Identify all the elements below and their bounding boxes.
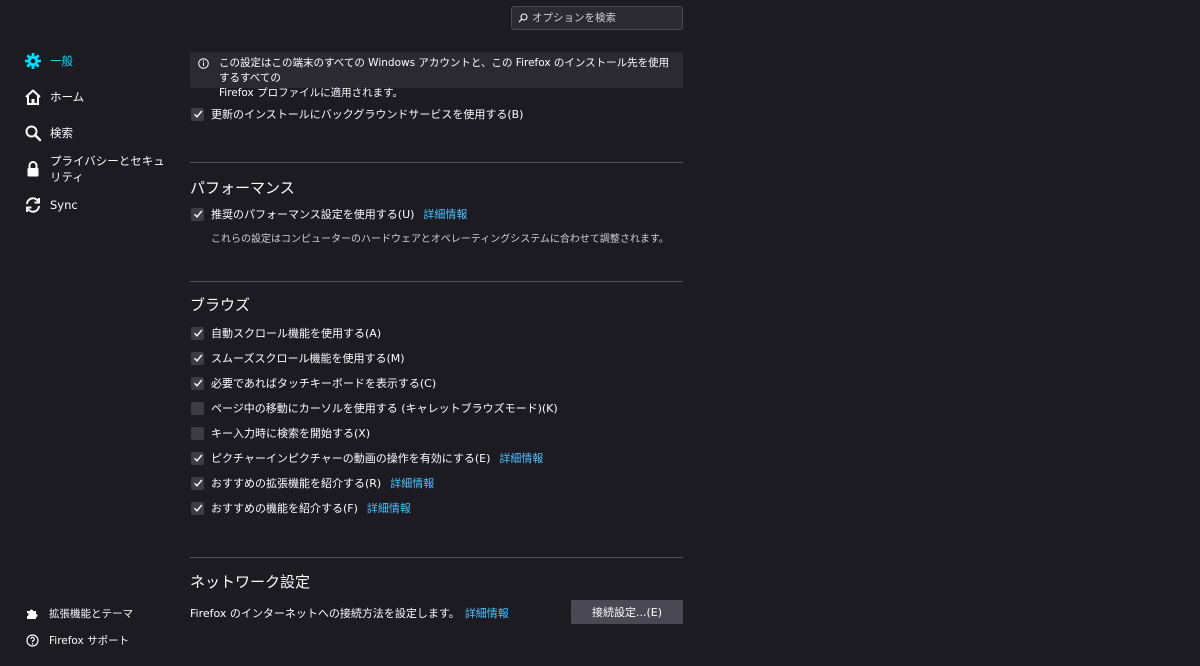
checkmark-icon [193, 379, 202, 387]
recommend-extensions-checkbox[interactable] [191, 476, 204, 490]
sidebar-item-label: 検索 [50, 126, 73, 140]
recommend-extensions-label: おすすめの拡張機能を紹介する(R) [211, 477, 382, 490]
update-info-line2: Firefox プロファイルに適用されます。 [219, 87, 404, 99]
caret-browsing-option: ページ中の移動にカーソルを使用する (キャレットブラウズモード)(K) [191, 400, 558, 416]
recommend-features-option: おすすめの機能を紹介する(F) 詳細情報 [191, 500, 411, 516]
sidebar-item-label: ホーム [50, 90, 85, 104]
touch-keyboard-option: 必要であればタッチキーボードを表示する(C) [191, 375, 436, 391]
recommended-performance-checkbox[interactable] [191, 207, 204, 221]
search-on-type-label: キー入力時に検索を開始する(X) [211, 427, 371, 440]
checkmark-icon [193, 210, 202, 218]
network-description: Firefox のインターネットへの接続方法を設定します。 [190, 607, 460, 620]
caret-browsing-checkbox[interactable] [191, 401, 204, 415]
gear-icon [24, 52, 42, 70]
browsing-title: ブラウズ [190, 296, 251, 314]
puzzle-icon [26, 607, 39, 620]
caret-browsing-label: ページ中の移動にカーソルを使用する (キャレットブラウズモード)(K) [211, 402, 558, 415]
search-on-type-checkbox[interactable] [191, 426, 204, 440]
sidebar-item-label: Sync [50, 198, 78, 212]
background-service-checkbox[interactable] [191, 107, 204, 121]
background-service-label: 更新のインストールにバックグラウンドサービスを使用する(B) [211, 108, 524, 121]
sidebar-item-support[interactable]: Firefox サポート [26, 631, 129, 649]
update-info-text: この設定はこの端末のすべての Windows アカウントと、この Firefox… [219, 56, 675, 101]
background-service-option: 更新のインストールにバックグラウンドサービスを使用する(B) [191, 106, 523, 122]
network-title: ネットワーク設定 [190, 573, 311, 591]
autoscroll-option: 自動スクロール機能を使用する(A) [191, 325, 381, 341]
performance-description: これらの設定はコンピューターのハードウェアとオペレーティングシステムに合わせて調… [211, 234, 669, 245]
recommended-performance-label: 推奨のパフォーマンス設定を使用する(U) [211, 208, 415, 221]
autoscroll-label: 自動スクロール機能を使用する(A) [211, 327, 382, 340]
sidebar-footer-label: Firefox サポート [49, 634, 130, 647]
section-divider [190, 281, 683, 282]
checkmark-icon [193, 110, 202, 118]
checkmark-icon [193, 504, 202, 512]
checkmark-icon [193, 454, 202, 462]
pip-controls-option: ピクチャーインピクチャーの動画の操作を有効にする(E) 詳細情報 [191, 450, 543, 466]
pip-learn-more-link[interactable]: 詳細情報 [499, 450, 543, 466]
search-icon [24, 124, 42, 142]
sync-icon [24, 196, 42, 214]
section-divider [190, 162, 683, 163]
sidebar-item-label: プライバシーとセキュリティ [50, 154, 165, 184]
smooth-scroll-checkbox[interactable] [191, 351, 204, 365]
section-divider [190, 557, 683, 558]
pip-controls-label: ピクチャーインピクチャーの動画の操作を有効にする(E) [211, 452, 491, 465]
sidebar: 一般 ホーム 検索 プライバシーとセキュリティ Sync 拡張機能とテーマ Fi… [0, 0, 175, 666]
sidebar-footer-label: 拡張機能とテーマ [49, 607, 133, 620]
sidebar-item-search[interactable]: 検索 [24, 122, 73, 144]
sidebar-item-home[interactable]: ホーム [24, 86, 84, 108]
touch-keyboard-checkbox[interactable] [191, 376, 204, 390]
home-icon [24, 88, 42, 106]
touch-keyboard-label: 必要であればタッチキーボードを表示する(C) [211, 377, 437, 390]
autoscroll-checkbox[interactable] [191, 326, 204, 340]
performance-title: パフォーマンス [190, 179, 295, 197]
features-learn-more-link[interactable]: 詳細情報 [367, 500, 411, 516]
lock-icon [24, 160, 42, 178]
search-on-type-option: キー入力時に検索を開始する(X) [191, 425, 370, 441]
sidebar-item-privacy[interactable]: プライバシーとセキュリティ [24, 154, 175, 184]
main-content: この設定はこの端末のすべての Windows アカウントと、この Firefox… [190, 0, 683, 666]
sidebar-item-sync[interactable]: Sync [24, 194, 78, 216]
recommend-extensions-option: おすすめの拡張機能を紹介する(R) 詳細情報 [191, 475, 434, 491]
preferences-page: 一般 ホーム 検索 プライバシーとセキュリティ Sync [0, 0, 1200, 666]
network-learn-more-link[interactable]: 詳細情報 [465, 605, 509, 621]
smooth-scroll-option: スムーズスクロール機能を使用する(M) [191, 350, 405, 366]
recommend-features-label: おすすめの機能を紹介する(F) [211, 502, 358, 515]
help-icon [26, 633, 39, 647]
recommended-performance-option: 推奨のパフォーマンス設定を使用する(U) 詳細情報 [191, 206, 467, 222]
sidebar-item-general[interactable]: 一般 [24, 50, 73, 72]
info-icon [198, 58, 209, 74]
network-description-row: Firefox のインターネットへの接続方法を設定します。 詳細情報 [190, 605, 509, 621]
sidebar-item-label: 一般 [50, 54, 73, 68]
smooth-scroll-label: スムーズスクロール機能を使用する(M) [211, 352, 405, 365]
recommend-features-checkbox[interactable] [191, 501, 204, 515]
checkmark-icon [193, 329, 202, 337]
update-info-box: この設定はこの端末のすべての Windows アカウントと、この Firefox… [190, 52, 683, 99]
sidebar-item-extensions-themes[interactable]: 拡張機能とテーマ [26, 604, 133, 622]
pip-controls-checkbox[interactable] [191, 451, 204, 465]
extensions-learn-more-link[interactable]: 詳細情報 [390, 475, 434, 491]
update-info-line1: この設定はこの端末のすべての Windows アカウントと、この Firefox… [219, 57, 670, 84]
connection-settings-button[interactable]: 接続設定...(E) [571, 600, 683, 624]
performance-learn-more-link[interactable]: 詳細情報 [423, 206, 467, 222]
checkmark-icon [193, 354, 202, 362]
checkmark-icon [193, 479, 202, 487]
